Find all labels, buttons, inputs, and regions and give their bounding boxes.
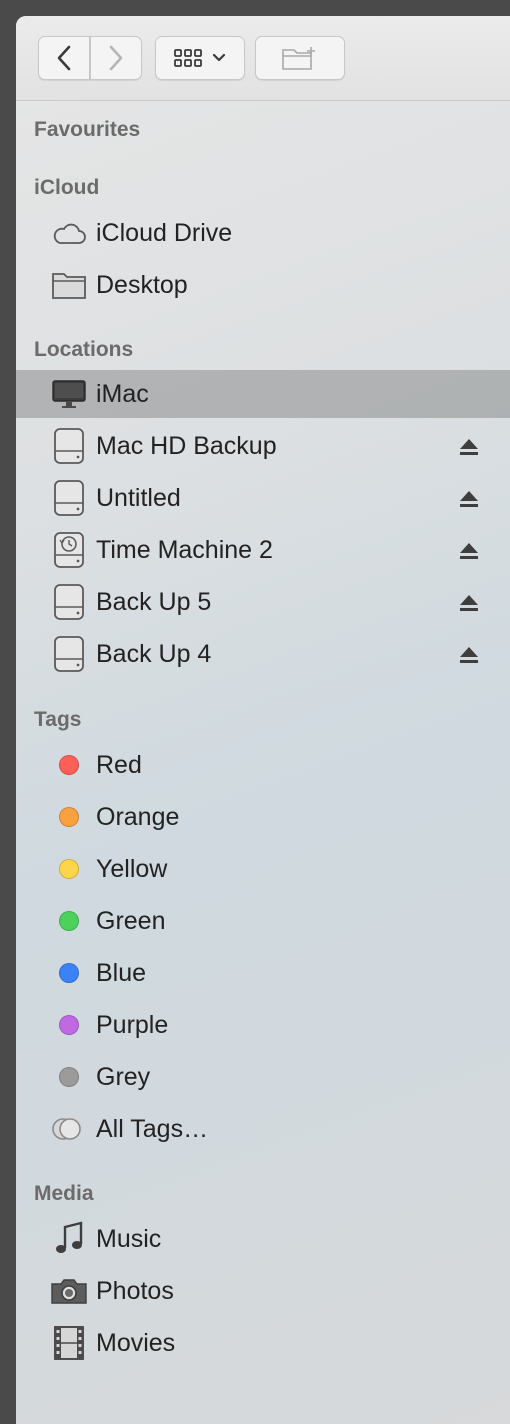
sidebar-item-tag-grey[interactable]: Grey: [16, 1053, 510, 1101]
green-tag-dot-icon: [50, 903, 88, 939]
section-header-tags[interactable]: Tags: [34, 708, 81, 732]
sidebar-item-back-up-4[interactable]: Back Up 4: [16, 630, 510, 678]
sidebar-item-all-tags[interactable]: All Tags…: [16, 1105, 510, 1153]
new-folder-button[interactable]: [255, 36, 345, 80]
sidebar-item-label: Movies: [96, 1329, 176, 1357]
section-header-favourites[interactable]: Favourites: [34, 118, 140, 142]
sidebar-item-label: Orange: [96, 803, 180, 831]
eject-icon[interactable]: [458, 644, 480, 666]
sidebar-item-label: Yellow: [96, 855, 168, 883]
sidebar-item-movies[interactable]: Movies: [16, 1319, 510, 1367]
sidebar-item-desktop[interactable]: Desktop: [16, 261, 510, 309]
orange-tag-dot-icon: [50, 799, 88, 835]
sidebar-item-label: Mac HD Backup: [96, 432, 277, 460]
time-machine-drive-icon: [50, 532, 88, 568]
sidebar-item-label: Grey: [96, 1063, 151, 1091]
eject-icon[interactable]: [458, 592, 480, 614]
yellow-tag-dot-icon: [50, 851, 88, 887]
drive-icon: [50, 636, 88, 672]
chevron-down-icon: [212, 53, 226, 62]
drive-icon: [50, 480, 88, 516]
blue-tag-dot-icon: [50, 955, 88, 991]
sidebar-item-label: iCloud Drive: [96, 219, 233, 247]
finder-window: Favourites iCloud iCloud Drive Desktop L…: [16, 16, 510, 1424]
section-header-icloud[interactable]: iCloud: [34, 176, 99, 200]
sidebar-item-tag-blue[interactable]: Blue: [16, 949, 510, 997]
section-header-media[interactable]: Media: [34, 1182, 94, 1206]
sidebar-item-imac[interactable]: iMac: [16, 370, 510, 418]
sidebar-item-label: Desktop: [96, 271, 188, 299]
sidebar-item-label: Back Up 5: [96, 588, 212, 616]
sidebar-item-label: Untitled: [96, 484, 181, 512]
sidebar-item-mac-hd-backup[interactable]: Mac HD Backup: [16, 422, 510, 470]
sidebar-item-tag-green[interactable]: Green: [16, 897, 510, 945]
camera-icon: [50, 1273, 88, 1309]
tag-dot: [59, 807, 79, 827]
tag-dot: [59, 911, 79, 931]
drive-icon: [50, 584, 88, 620]
eject-icon[interactable]: [458, 540, 480, 562]
folder-icon: [50, 267, 88, 303]
sidebar-item-label: Red: [96, 751, 142, 779]
sidebar-item-time-machine-2[interactable]: Time Machine 2: [16, 526, 510, 574]
imac-icon: [50, 376, 88, 412]
sidebar-item-back-up-5[interactable]: Back Up 5: [16, 578, 510, 626]
sidebar-item-label: Time Machine 2: [96, 536, 273, 564]
red-tag-dot-icon: [50, 747, 88, 783]
sidebar-item-photos[interactable]: Photos: [16, 1267, 510, 1315]
all-tags-icon: [50, 1111, 88, 1147]
purple-tag-dot-icon: [50, 1007, 88, 1043]
sidebar-item-label: Blue: [96, 959, 147, 987]
sidebar-item-label: iMac: [96, 380, 149, 408]
tag-dot: [59, 1015, 79, 1035]
sidebar-item-label: Music: [96, 1225, 162, 1253]
tag-dot: [59, 859, 79, 879]
view-options-button[interactable]: [155, 36, 245, 80]
chevron-left-icon: [57, 45, 71, 71]
film-icon: [50, 1325, 88, 1361]
sidebar-item-untitled[interactable]: Untitled: [16, 474, 510, 522]
sidebar-item-label: Green: [96, 907, 166, 935]
eject-icon[interactable]: [458, 436, 480, 458]
section-header-locations[interactable]: Locations: [34, 338, 133, 362]
tag-dot: [59, 1067, 79, 1087]
icon-grid-icon: [174, 49, 202, 67]
grey-tag-dot-icon: [50, 1059, 88, 1095]
tag-dot: [59, 755, 79, 775]
drive-icon: [50, 428, 88, 464]
sidebar-item-label: Purple: [96, 1011, 169, 1039]
sidebar-item-label: Back Up 4: [96, 640, 212, 668]
forward-button[interactable]: [90, 36, 142, 80]
tag-dot: [59, 963, 79, 983]
sidebar-item-tag-orange[interactable]: Orange: [16, 793, 510, 841]
toolbar: [16, 16, 510, 101]
sidebar-item-icloud-drive[interactable]: iCloud Drive: [16, 209, 510, 257]
sidebar-item-tag-purple[interactable]: Purple: [16, 1001, 510, 1049]
sidebar-item-label: Photos: [96, 1277, 174, 1305]
sidebar-item-tag-red[interactable]: Red: [16, 741, 510, 789]
chevron-right-icon: [109, 45, 123, 71]
back-button[interactable]: [38, 36, 90, 80]
music-note-icon: [50, 1221, 88, 1257]
sidebar-item-label: All Tags…: [96, 1115, 209, 1143]
new-folder-icon: [282, 47, 315, 70]
sidebar-item-music[interactable]: Music: [16, 1215, 510, 1263]
sidebar-item-tag-yellow[interactable]: Yellow: [16, 845, 510, 893]
eject-icon[interactable]: [458, 488, 480, 510]
cloud-icon: [50, 215, 88, 251]
